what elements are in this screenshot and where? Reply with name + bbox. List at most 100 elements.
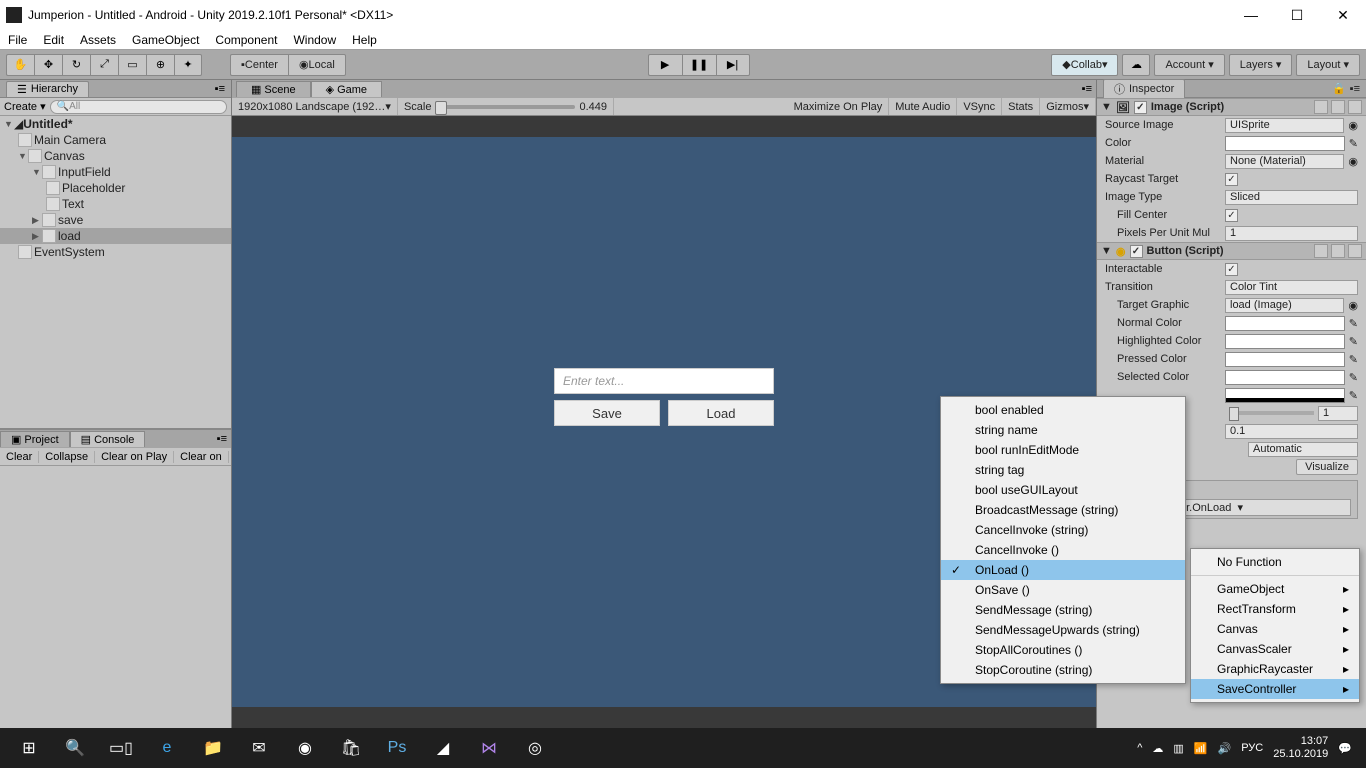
transition-dropdown[interactable]: Color Tint bbox=[1225, 280, 1358, 295]
fade-duration-field[interactable]: 0.1 bbox=[1225, 424, 1358, 439]
menu-item-savecontroller[interactable]: SaveController▸ bbox=[1191, 679, 1359, 699]
menu-file[interactable]: File bbox=[8, 33, 27, 47]
menu-item[interactable]: SendMessageUpwards (string) bbox=[941, 620, 1185, 640]
button-component-header[interactable]: ▼◉ ✓ Button (Script) bbox=[1097, 242, 1366, 260]
pivot-center-button[interactable]: ▪ Center bbox=[230, 54, 288, 76]
ppu-field[interactable]: 1 bbox=[1225, 226, 1358, 241]
gear-icon[interactable] bbox=[1348, 244, 1362, 258]
menu-assets[interactable]: Assets bbox=[80, 33, 116, 47]
component-list-popup[interactable]: No Function GameObject▸ RectTransform▸ C… bbox=[1190, 548, 1360, 703]
game-save-button[interactable]: Save bbox=[554, 400, 660, 426]
scale-tool-button[interactable]: ⤢ bbox=[90, 54, 118, 76]
help-icon[interactable] bbox=[1314, 244, 1328, 258]
mute-audio-toggle[interactable]: Mute Audio bbox=[889, 98, 957, 115]
material-field[interactable]: None (Material) bbox=[1225, 154, 1344, 169]
menu-help[interactable]: Help bbox=[352, 33, 377, 47]
menu-item[interactable]: RectTransform▸ bbox=[1191, 599, 1359, 619]
tray-battery-icon[interactable]: ▥ bbox=[1173, 742, 1183, 755]
eyedropper-icon[interactable]: ✎ bbox=[1349, 335, 1358, 348]
menu-item[interactable]: OnSave () bbox=[941, 580, 1185, 600]
tray-expand-icon[interactable]: ^ bbox=[1137, 742, 1142, 754]
eyedropper-icon[interactable]: ✎ bbox=[1349, 317, 1358, 330]
start-button[interactable]: ⊞ bbox=[6, 728, 52, 768]
menu-item[interactable]: Canvas▸ bbox=[1191, 619, 1359, 639]
search-button[interactable]: 🔍 bbox=[52, 728, 98, 768]
highlighted-color-field[interactable] bbox=[1225, 334, 1345, 349]
menu-edit[interactable]: Edit bbox=[43, 33, 64, 47]
layout-dropdown[interactable]: Layout ▾ bbox=[1296, 54, 1360, 76]
tray-volume-icon[interactable]: 🔊 bbox=[1218, 742, 1232, 755]
menu-item[interactable]: bool runInEditMode bbox=[941, 440, 1185, 460]
console-collapse-toggle[interactable]: Collapse bbox=[39, 451, 95, 463]
panel-options-icon[interactable]: ▪≡ bbox=[213, 433, 231, 445]
taskbar-app-mail[interactable]: ✉ bbox=[236, 728, 282, 768]
transform-tool-button[interactable]: ⊕ bbox=[146, 54, 174, 76]
menu-item[interactable]: GameObject▸ bbox=[1191, 579, 1359, 599]
panel-options-icon[interactable]: ▪≡ bbox=[215, 83, 225, 95]
rect-tool-button[interactable]: ▭ bbox=[118, 54, 146, 76]
hierarchy-item-placeholder[interactable]: Placeholder bbox=[62, 181, 125, 195]
gizmos-dropdown[interactable]: Gizmos ▾ bbox=[1040, 98, 1096, 115]
tray-clock[interactable]: 13:07 25.10.2019 bbox=[1273, 735, 1328, 761]
scale-control[interactable]: Scale 0.449 bbox=[398, 98, 614, 115]
step-button[interactable]: ▶| bbox=[716, 54, 750, 76]
preset-icon[interactable] bbox=[1331, 100, 1345, 114]
move-tool-button[interactable]: ✥ bbox=[34, 54, 62, 76]
game-tab[interactable]: ◈ Game bbox=[311, 81, 382, 97]
menu-item[interactable]: bool useGUILayout bbox=[941, 480, 1185, 500]
hierarchy-item-text[interactable]: Text bbox=[62, 197, 84, 211]
create-dropdown[interactable]: Create ▾ bbox=[4, 100, 46, 113]
eyedropper-icon[interactable]: ✎ bbox=[1349, 137, 1358, 150]
minimize-button[interactable]: — bbox=[1228, 0, 1274, 30]
function-list-popup[interactable]: bool enabled string name bool runInEditM… bbox=[940, 396, 1186, 684]
help-icon[interactable] bbox=[1314, 100, 1328, 114]
play-button[interactable]: ▶ bbox=[648, 54, 682, 76]
eyedropper-icon[interactable]: ✎ bbox=[1349, 371, 1358, 384]
raycast-checkbox[interactable]: ✓ bbox=[1225, 173, 1238, 186]
menu-item[interactable]: string tag bbox=[941, 460, 1185, 480]
scene-name[interactable]: Untitled* bbox=[23, 117, 72, 131]
resolution-dropdown[interactable]: 1920x1080 Landscape (192… ▾ bbox=[232, 98, 398, 115]
inspector-tab[interactable]: ⓘ Inspector bbox=[1103, 79, 1185, 98]
console-clear-on-build-toggle[interactable]: Clear on bbox=[174, 451, 229, 463]
layers-dropdown[interactable]: Layers ▾ bbox=[1229, 54, 1293, 76]
fillcenter-checkbox[interactable]: ✓ bbox=[1225, 209, 1238, 222]
object-picker-icon[interactable]: ◉ bbox=[1348, 299, 1358, 312]
menu-item-onload[interactable]: OnLoad () bbox=[941, 560, 1185, 580]
object-picker-icon[interactable]: ◉ bbox=[1348, 155, 1358, 168]
menu-item-no-function[interactable]: No Function bbox=[1191, 552, 1359, 572]
hierarchy-search-input[interactable]: 🔍All bbox=[50, 100, 227, 114]
tray-onedrive-icon[interactable]: ☁ bbox=[1152, 742, 1163, 755]
preset-icon[interactable] bbox=[1331, 244, 1345, 258]
tray-network-icon[interactable]: 📶 bbox=[1194, 742, 1208, 755]
normal-color-field[interactable] bbox=[1225, 316, 1345, 331]
disabled-color-field[interactable] bbox=[1225, 388, 1345, 403]
source-image-field[interactable]: UISprite bbox=[1225, 118, 1344, 133]
object-picker-icon[interactable]: ◉ bbox=[1348, 119, 1358, 132]
menu-item[interactable]: string name bbox=[941, 420, 1185, 440]
scene-tab[interactable]: ▦ Scene bbox=[236, 81, 311, 97]
project-tab[interactable]: ▣ Project bbox=[0, 431, 70, 447]
menu-item[interactable]: GraphicRaycaster▸ bbox=[1191, 659, 1359, 679]
console-clear-on-play-toggle[interactable]: Clear on Play bbox=[95, 451, 174, 463]
menu-component[interactable]: Component bbox=[215, 33, 277, 47]
button-enabled-checkbox[interactable]: ✓ bbox=[1130, 245, 1143, 258]
target-graphic-field[interactable]: load (Image) bbox=[1225, 298, 1344, 313]
maximize-button[interactable]: ☐ bbox=[1274, 0, 1320, 30]
pause-button[interactable]: ❚❚ bbox=[682, 54, 716, 76]
interactable-checkbox[interactable]: ✓ bbox=[1225, 263, 1238, 276]
cloud-button[interactable]: ☁ bbox=[1122, 54, 1150, 76]
panel-options-icon[interactable]: ▪≡ bbox=[1078, 83, 1096, 95]
hierarchy-item-save[interactable]: save bbox=[58, 213, 83, 227]
hierarchy-item-eventsystem[interactable]: EventSystem bbox=[34, 245, 105, 259]
close-button[interactable]: ✕ bbox=[1320, 0, 1366, 30]
hierarchy-item-load[interactable]: load bbox=[58, 229, 81, 243]
taskbar-app-store[interactable]: 🛍 bbox=[328, 728, 374, 768]
visualize-button[interactable]: Visualize bbox=[1296, 459, 1358, 475]
menu-item[interactable]: StopCoroutine (string) bbox=[941, 660, 1185, 680]
imagetype-dropdown[interactable]: Sliced bbox=[1225, 190, 1358, 205]
menu-item[interactable]: BroadcastMessage (string) bbox=[941, 500, 1185, 520]
console-body[interactable] bbox=[0, 466, 231, 728]
taskbar-app-unity[interactable]: ◢ bbox=[420, 728, 466, 768]
color-multiplier-field[interactable]: 1 bbox=[1318, 406, 1358, 421]
